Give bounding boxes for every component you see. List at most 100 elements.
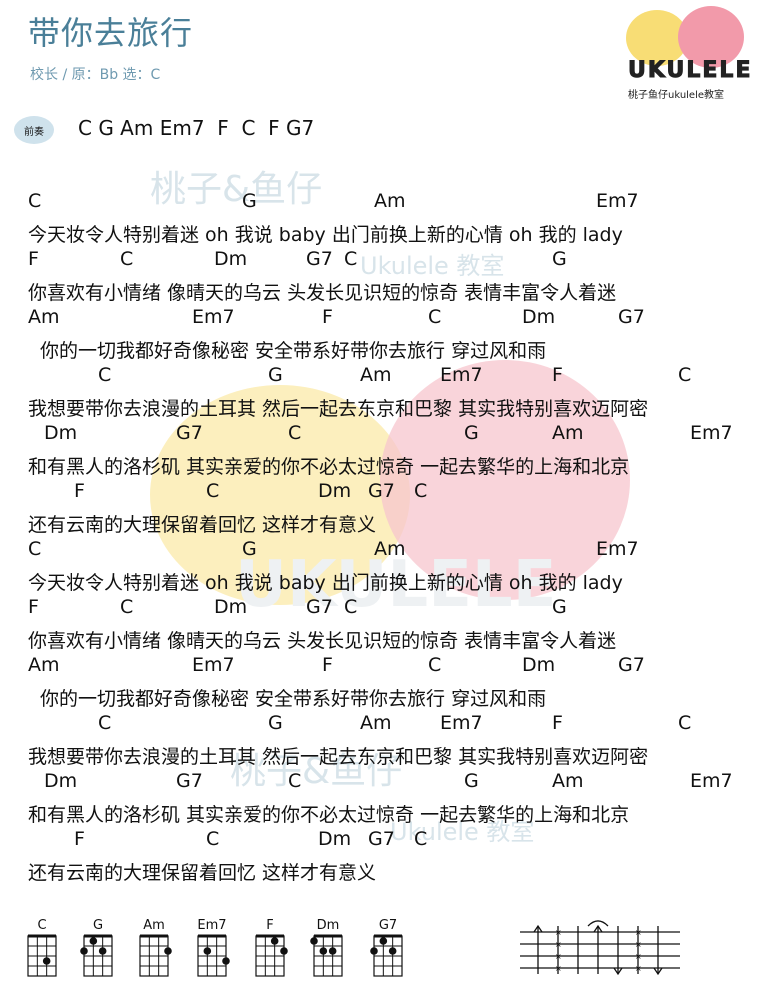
chord-label: F (552, 364, 563, 386)
logo-wordmark: UKULELE (627, 58, 753, 84)
chord-diagram-label: F (266, 918, 274, 933)
intro-chords: C G Am Em7 F C F G7 (78, 116, 315, 140)
chord-label: C (288, 422, 302, 444)
song-title: 带你去旅行 (28, 14, 194, 52)
chord-label: Dm (214, 248, 248, 270)
lyric-line: 和有黑人的洛杉矶 其实亲爱的你不必太过惊奇 一起去繁华的上海和北京 (28, 456, 630, 478)
chord-label: C (206, 828, 220, 850)
chord-label: Am (374, 190, 406, 212)
fretboard-icon (370, 934, 403, 977)
chord-label: C (120, 596, 134, 618)
chord-label: G (268, 364, 283, 386)
lyric-line: 你的一切我都好奇像秘密 安全带系好带你去旅行 穿过风和雨 (40, 688, 547, 710)
chord-label: G (552, 248, 567, 270)
chord-label: F (74, 828, 85, 850)
chord-label: Dm (522, 654, 556, 676)
chord-diagram: C (22, 918, 62, 982)
chord-label: C (98, 364, 112, 386)
chord-diagram-label: G7 (378, 918, 398, 933)
chord-label: C (206, 480, 220, 502)
lyric-line: 和有黑人的洛杉矶 其实亲爱的你不必太过惊奇 一起去繁华的上海和北京 (28, 804, 630, 826)
lyric-line: 还有云南的大理保留着回忆 这样才有意义 (28, 514, 377, 536)
chord-label: F (28, 248, 39, 270)
chord-label: Dm (44, 422, 78, 444)
logo: UKULELE 桃子鱼仔ukulele教室 (618, 6, 758, 102)
chord-diagram-label: G (92, 918, 104, 933)
fretboard-icon (27, 934, 57, 977)
chord-label: G7 (618, 654, 645, 676)
chord-label: C (28, 190, 42, 212)
chord-label: F (74, 480, 85, 502)
svg-text:×: × (635, 940, 642, 949)
fretboard-icon (255, 934, 288, 977)
chord-label: C (288, 770, 302, 792)
svg-text:×: × (555, 952, 562, 961)
chord-label: F (322, 654, 333, 676)
svg-text:×: × (635, 952, 642, 961)
fretboard-icon (80, 934, 113, 977)
lyric-line: 我想要带你去浪漫的土耳其 然后一起去东京和巴黎 其实我特别喜欢迈阿密 (28, 398, 649, 420)
chord-label: G7 (618, 306, 645, 328)
chord-diagram: Am (134, 918, 174, 982)
chord-label: C (28, 538, 42, 560)
chord-label: G7 (368, 828, 395, 850)
svg-text:×: × (635, 928, 642, 937)
chord-diagram-label: Em7 (197, 918, 227, 933)
lyric-line: 你的一切我都好奇像秘密 安全带系好带你去旅行 穿过风和雨 (40, 340, 547, 362)
chord-label: Em7 (690, 422, 733, 444)
chord-label: Em7 (690, 770, 733, 792)
chord-label: G7 (176, 770, 203, 792)
chord-diagram: Dm (308, 918, 348, 982)
chord-label: G (464, 770, 479, 792)
chord-label: C (344, 248, 358, 270)
chord-label: G (464, 422, 479, 444)
chord-label: F (28, 596, 39, 618)
key-info: 校长 / 原：Bb 选：C (30, 67, 161, 83)
chord-label: G (552, 596, 567, 618)
chord-diagram-label: Dm (316, 918, 340, 933)
fretboard-icon (197, 934, 230, 977)
watermark-text: Ukulele 教室 (360, 252, 505, 280)
chord-label: Dm (522, 306, 556, 328)
chord-label: C (428, 306, 442, 328)
lyric-line: 你喜欢有小情绪 像晴天的乌云 头发长见识短的惊奇 表情丰富令人着迷 (28, 630, 617, 652)
chord-label: C (344, 596, 358, 618)
chord-label: Dm (44, 770, 78, 792)
fretboard-icon (139, 934, 172, 977)
chord-label: G (242, 538, 257, 560)
logo-subtitle: 桃子鱼仔ukulele教室 (628, 90, 725, 101)
chord-diagram: Em7 (192, 918, 232, 982)
chord-label: Am (360, 364, 392, 386)
chord-diagram-label: Am (143, 918, 165, 933)
lyric-line: 我想要带你去浪漫的土耳其 然后一起去东京和巴黎 其实我特别喜欢迈阿密 (28, 746, 649, 768)
chord-label: C (678, 712, 692, 734)
chord-label: Dm (318, 480, 352, 502)
chord-diagram: G7 (368, 918, 408, 982)
lyric-line: 今天妆令人特别着迷 oh 我说 baby 出门前换上新的心情 oh 我的 lad… (28, 224, 623, 246)
fretboard-icon (310, 934, 343, 977)
lyric-line: 今天妆令人特别着迷 oh 我说 baby 出门前换上新的心情 oh 我的 lad… (28, 572, 623, 594)
intro-badge: 前奏 (14, 116, 54, 144)
chord-label: Em7 (192, 654, 235, 676)
chord-label: C (678, 364, 692, 386)
chord-label: G7 (368, 480, 395, 502)
chord-label: Em7 (440, 712, 483, 734)
chord-label: Am (552, 770, 584, 792)
chord-label: C (414, 480, 428, 502)
chord-label: C (120, 248, 134, 270)
strum-pattern-icon: × × × × × × × × (520, 920, 680, 976)
lyric-line: 还有云南的大理保留着回忆 这样才有意义 (28, 862, 377, 884)
chord-label: F (322, 306, 333, 328)
svg-text:×: × (635, 964, 642, 973)
chord-label: Am (552, 422, 584, 444)
chord-label: G (242, 190, 257, 212)
lyric-line: 你喜欢有小情绪 像晴天的乌云 头发长见识短的惊奇 表情丰富令人着迷 (28, 282, 617, 304)
chord-label: C (414, 828, 428, 850)
chord-diagram: F (250, 918, 290, 982)
chord-label: C (98, 712, 112, 734)
chord-label: Em7 (596, 538, 639, 560)
chord-label: C (428, 654, 442, 676)
chord-label: Em7 (596, 190, 639, 212)
chord-label: Dm (214, 596, 248, 618)
chord-label: Dm (318, 828, 352, 850)
